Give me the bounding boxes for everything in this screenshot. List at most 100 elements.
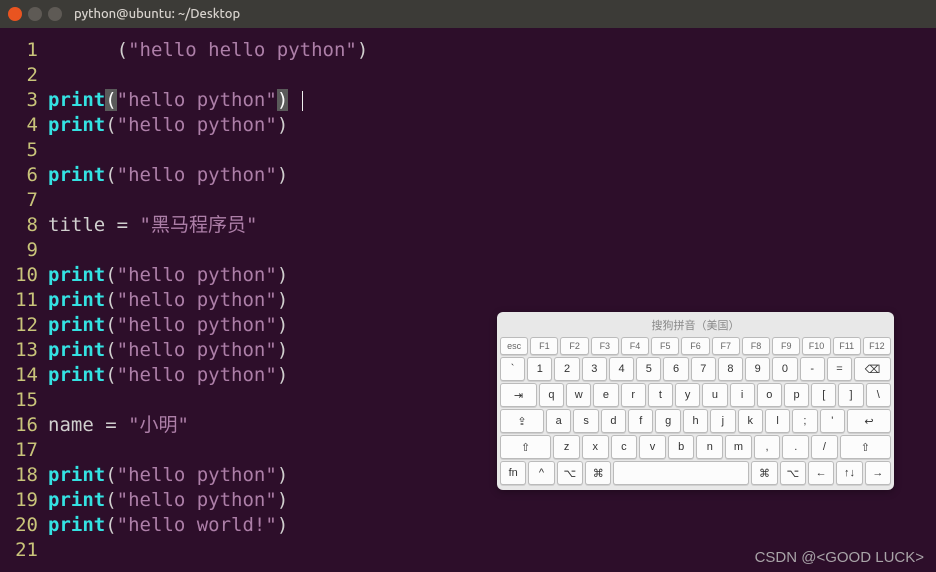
osk-key[interactable]: v [639,435,666,459]
osk-key[interactable]: ` [500,357,525,381]
code-token: ) [277,464,288,486]
osk-key[interactable]: o [757,383,782,407]
code-line[interactable]: print("hello python") [48,88,936,113]
osk-key[interactable]: 0 [772,357,797,381]
osk-key[interactable]: = [827,357,852,381]
code-line[interactable]: print("hello python") [48,113,936,138]
osk-key[interactable]: 4 [609,357,634,381]
osk-key[interactable]: ⌘ [751,461,777,485]
osk-key[interactable]: 3 [582,357,607,381]
line-number: 12 [0,313,38,338]
osk-key[interactable]: F5 [651,337,679,355]
osk-key[interactable]: ↩ [847,409,891,433]
osk-key[interactable]: ⇧ [840,435,891,459]
osk-key[interactable]: \ [866,383,891,407]
osk-key[interactable]: 5 [636,357,661,381]
osk-key[interactable]: i [730,383,755,407]
osk-key[interactable]: q [539,383,564,407]
line-number: 16 [0,413,38,438]
osk-key[interactable]: 1 [527,357,552,381]
osk-key[interactable]: 7 [691,357,716,381]
code-line[interactable] [48,63,936,88]
osk-key[interactable]: ⌘ [585,461,611,485]
osk-key[interactable]: m [725,435,752,459]
osk-key[interactable]: . [782,435,809,459]
osk-key[interactable]: w [566,383,591,407]
code-line[interactable]: title = "黑马程序员" [48,213,936,238]
code-line[interactable]: print("hello python") [48,488,936,513]
code-line[interactable]: print("hello python") [48,288,936,313]
close-button[interactable] [8,7,22,21]
code-line[interactable] [48,138,936,163]
osk-key[interactable]: s [573,409,598,433]
osk-key[interactable]: u [702,383,727,407]
maximize-button[interactable] [48,7,62,21]
code-line[interactable]: print("hello world!") [48,513,936,538]
osk-key[interactable]: ] [838,383,863,407]
osk-key[interactable]: ⇧ [500,435,551,459]
osk-key[interactable]: ⌫ [854,357,891,381]
osk-key[interactable]: F3 [591,337,619,355]
osk-key[interactable]: y [675,383,700,407]
osk-key[interactable]: F10 [802,337,830,355]
osk-key[interactable]: F8 [742,337,770,355]
osk-key[interactable]: h [683,409,708,433]
osk-key[interactable]: 6 [663,357,688,381]
osk-key[interactable]: b [668,435,695,459]
osk-key[interactable]: F6 [681,337,709,355]
code-line[interactable] [48,238,936,263]
osk-key[interactable]: x [582,435,609,459]
osk-key[interactable]: c [611,435,638,459]
code-line[interactable]: print("hello python") [48,163,936,188]
osk-key[interactable]: F9 [772,337,800,355]
osk-key[interactable]: F4 [621,337,649,355]
code-line[interactable]: print("hello python") [48,263,936,288]
osk-key[interactable]: ⌥ [557,461,583,485]
code-line[interactable]: ("hello hello python") [48,38,936,63]
osk-key[interactable]: ⇥ [500,383,537,407]
osk-key[interactable]: 8 [718,357,743,381]
osk-key[interactable]: j [710,409,735,433]
osk-key[interactable]: t [648,383,673,407]
osk-key[interactable]: r [621,383,646,407]
osk-key[interactable]: ; [792,409,817,433]
osk-key[interactable]: ← [808,461,834,485]
osk-key[interactable]: l [765,409,790,433]
osk-key[interactable]: ^ [528,461,554,485]
osk-key[interactable]: F7 [712,337,740,355]
osk-key[interactable]: z [553,435,580,459]
line-number: 8 [0,213,38,238]
osk-key[interactable]: , [754,435,781,459]
osk-key[interactable]: ↑↓ [836,461,862,485]
code-token: ) [357,39,368,61]
osk-key[interactable]: / [811,435,838,459]
osk-key[interactable]: n [696,435,723,459]
osk-key[interactable]: ' [820,409,845,433]
osk-key[interactable]: ⌥ [780,461,806,485]
code-line[interactable] [48,188,936,213]
osk-key[interactable]: p [784,383,809,407]
osk-key[interactable]: esc [500,337,528,355]
osk-key[interactable]: g [655,409,680,433]
osk-key[interactable]: F1 [530,337,558,355]
code-token: ( [117,39,128,61]
osk-key[interactable]: F11 [833,337,861,355]
osk-key[interactable]: ⇪ [500,409,544,433]
osk-key[interactable]: F12 [863,337,891,355]
minimize-button[interactable] [28,7,42,21]
code-token: "hello python" [117,89,277,111]
osk-key[interactable]: f [628,409,653,433]
osk-key[interactable]: a [546,409,571,433]
osk-key[interactable]: 2 [554,357,579,381]
osk-key[interactable]: e [593,383,618,407]
osk-key[interactable] [613,461,749,485]
osk-key[interactable]: k [738,409,763,433]
osk-key[interactable]: - [800,357,825,381]
osk-key[interactable]: d [601,409,626,433]
osk-key[interactable]: 9 [745,357,770,381]
osk-title: 搜狗拼音（美国） [500,315,891,337]
osk-key[interactable]: [ [811,383,836,407]
osk-key[interactable]: F2 [560,337,588,355]
osk-key[interactable]: fn [500,461,526,485]
osk-key[interactable]: → [865,461,891,485]
